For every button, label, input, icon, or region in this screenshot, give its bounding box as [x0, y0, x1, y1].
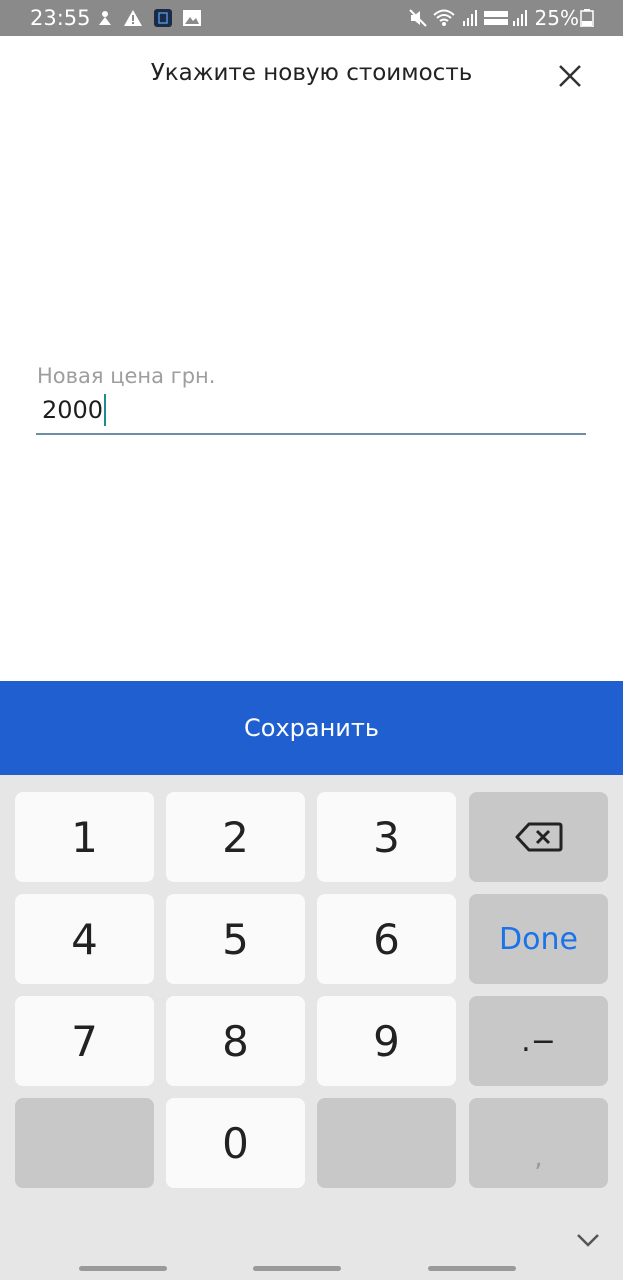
- save-button[interactable]: Сохранить: [0, 681, 623, 775]
- nav-handle: [253, 1266, 341, 1271]
- key-5[interactable]: 5: [166, 894, 305, 984]
- done-key[interactable]: Done: [469, 894, 608, 984]
- battery-percent: 25%: [534, 6, 579, 30]
- status-bar: 23:55 25%: [0, 0, 623, 36]
- save-button-label: Сохранить: [244, 714, 379, 742]
- app-icon: [154, 9, 172, 27]
- chevron-down-icon[interactable]: [575, 1230, 601, 1250]
- backspace-key[interactable]: [469, 792, 608, 882]
- key-4[interactable]: 4: [15, 894, 154, 984]
- signal-icon: [463, 10, 477, 26]
- key-9[interactable]: 9: [317, 996, 456, 1086]
- close-icon[interactable]: [552, 58, 588, 94]
- key-8[interactable]: 8: [166, 996, 305, 1086]
- warning-icon: [124, 10, 142, 26]
- image-icon: [183, 10, 201, 26]
- price-input-underline: [36, 433, 586, 435]
- status-time: 23:55: [30, 6, 91, 30]
- text-caret: [104, 394, 107, 426]
- dot-dash-key[interactable]: .−: [469, 996, 608, 1086]
- wifi-icon: [433, 9, 455, 26]
- comma-key[interactable]: ,: [469, 1098, 608, 1188]
- volte-icon: [484, 11, 508, 25]
- key-0[interactable]: 0: [166, 1098, 305, 1188]
- blank-key: [317, 1098, 456, 1188]
- signal-icon: [513, 10, 527, 26]
- numeric-keyboard: 1 2 3 4 5 6 Done 7 8 9 .− 0 ,: [0, 775, 623, 1280]
- battery-icon: [580, 9, 594, 27]
- price-input[interactable]: 2000: [42, 394, 107, 426]
- blank-key: [15, 1098, 154, 1188]
- price-field-label: Новая цена грн.: [37, 364, 216, 388]
- nav-handle: [428, 1266, 516, 1271]
- key-6[interactable]: 6: [317, 894, 456, 984]
- price-input-value[interactable]: 2000: [42, 396, 103, 424]
- key-2[interactable]: 2: [166, 792, 305, 882]
- dialog-title: Укажите новую стоимость: [150, 60, 473, 86]
- backspace-icon: [515, 822, 562, 852]
- key-7[interactable]: 7: [15, 996, 154, 1086]
- key-3[interactable]: 3: [317, 792, 456, 882]
- nav-handle: [79, 1266, 167, 1271]
- mute-icon: [409, 9, 427, 27]
- tv-icon: [99, 11, 111, 25]
- key-1[interactable]: 1: [15, 792, 154, 882]
